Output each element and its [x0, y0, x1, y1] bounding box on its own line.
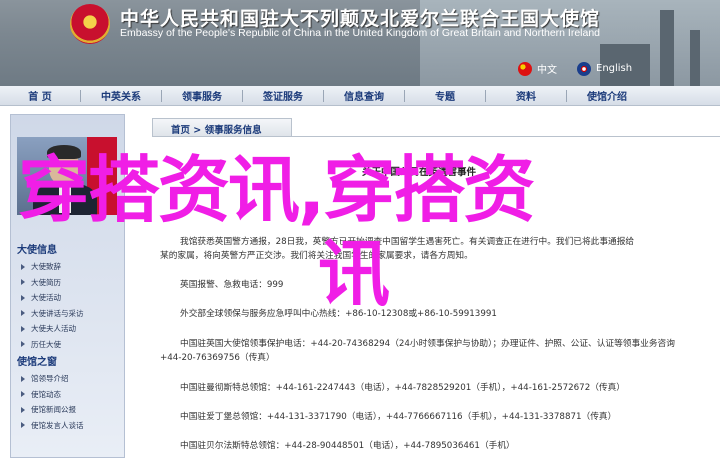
- banner-tower: [660, 10, 674, 86]
- article-paragraph: 我馆获悉英国警方通报，28日我，英警方已开始调查中国留学生遇害死亡。有关调查正在…: [180, 237, 635, 247]
- sidebar-item-label: 大使讲话与采访: [31, 308, 84, 318]
- sidebar-item[interactable]: 馆领导介绍: [21, 371, 84, 387]
- banner-tower: [690, 30, 700, 86]
- overlay-text: 讯: [318, 232, 391, 316]
- nav-relations[interactable]: 中英关系: [81, 88, 161, 103]
- emergency-hotline: 英国报警、急救电话：999: [180, 280, 284, 290]
- lang-en-link[interactable]: English: [577, 61, 632, 76]
- manchester-contact: 中国驻曼彻斯特总领馆：+44-161-2247443（电话），+44-78285…: [180, 383, 625, 393]
- embassy-contact: 中国驻英国大使馆领事保护电话：+44-20-74368294（24小时领事保护与…: [180, 339, 675, 349]
- sidebar-item[interactable]: 大使活动: [21, 290, 84, 306]
- uk-flag-icon: [577, 61, 591, 76]
- sidebar-item-label: 使馆发言人谈话: [31, 420, 84, 430]
- nav-visa[interactable]: 签证服务: [243, 88, 323, 103]
- sidebar-item[interactable]: 大使讲话与采访: [21, 306, 84, 322]
- embassy-links: 馆领导介绍 使馆动态 使馆新闻公报 使馆发言人谈话: [21, 371, 84, 433]
- lang-cn-link[interactable]: 中文: [518, 61, 557, 76]
- embassy-fax: +44-20-76369756（传真）: [160, 353, 275, 363]
- sidebar-item[interactable]: 使馆动态: [21, 387, 84, 403]
- sidebar-item-label: 大使活动: [31, 293, 61, 303]
- sidebar-item-label: 大使简历: [31, 277, 61, 287]
- article-paragraph: 某的家属，将向英警方严正交涉。我们将关注我国学生的家属要求，请各方周知。: [160, 251, 473, 261]
- triangle-bullet-icon: [21, 375, 25, 382]
- sidebar-item[interactable]: 历任大使: [21, 337, 84, 353]
- nav-topics[interactable]: 专题: [405, 88, 485, 103]
- sidebar-item[interactable]: 大使致辞: [21, 259, 84, 275]
- main-nav: 首 页 中英关系 领事服务 签证服务 信息查询 专题 资料 使馆介绍: [0, 86, 720, 106]
- sidebar-item-label: 历任大使: [31, 339, 61, 349]
- nav-resources[interactable]: 资料: [486, 88, 566, 103]
- sidebar-item-label: 大使致辞: [31, 262, 61, 272]
- sidebar-item[interactable]: 使馆新闻公报: [21, 402, 84, 418]
- sidebar-item[interactable]: 大使夫人活动: [21, 321, 84, 337]
- triangle-bullet-icon: [21, 310, 25, 317]
- sidebar-heading-embassy: 使馆之窗: [17, 357, 57, 368]
- triangle-bullet-icon: [21, 341, 25, 348]
- language-switcher: 中文 English: [518, 61, 632, 76]
- national-emblem-icon: [70, 4, 110, 44]
- triangle-bullet-icon: [21, 294, 25, 301]
- page-subtitle: Embassy of the People's Republic of Chin…: [120, 27, 601, 39]
- triangle-bullet-icon: [21, 263, 25, 270]
- triangle-bullet-icon: [21, 325, 25, 332]
- ambassador-links: 大使致辞 大使简历 大使活动 大使讲话与采访 大使夫人活动 历任大使: [21, 259, 84, 352]
- edinburgh-contact: 中国驻爱丁堡总领馆：+44-131-3371790（电话），+44-776666…: [180, 412, 617, 422]
- breadcrumb-divider: [152, 136, 720, 137]
- nav-home[interactable]: 首 页: [0, 88, 80, 103]
- sidebar-item[interactable]: 大使简历: [21, 275, 84, 291]
- breadcrumb[interactable]: 首页 > 领事服务信息: [152, 118, 292, 136]
- triangle-bullet-icon: [21, 422, 25, 429]
- sidebar-heading-ambassador: 大使信息: [17, 245, 57, 256]
- sidebar-item-label: 大使夫人活动: [31, 324, 76, 334]
- lang-en-label: English: [596, 63, 633, 74]
- triangle-bullet-icon: [21, 391, 25, 398]
- china-flag-icon: [518, 61, 532, 76]
- sidebar-item-label: 使馆动态: [31, 389, 61, 399]
- overlay-text: 穿搭资讯,穿搭资: [18, 148, 535, 232]
- nav-info[interactable]: 信息查询: [324, 88, 404, 103]
- triangle-bullet-icon: [21, 406, 25, 413]
- sidebar-item-label: 使馆新闻公报: [31, 405, 76, 415]
- lang-cn-label: 中文: [537, 65, 557, 76]
- header-banner: 中华人民共和国驻大不列颠及北爱尔兰联合王国大使馆 Embassy of the …: [0, 0, 720, 86]
- sidebar-item[interactable]: 使馆发言人谈话: [21, 418, 84, 434]
- triangle-bullet-icon: [21, 279, 25, 286]
- sidebar-item-label: 馆领导介绍: [31, 374, 69, 384]
- nav-consular[interactable]: 领事服务: [162, 88, 242, 103]
- nav-about[interactable]: 使馆介绍: [567, 88, 647, 103]
- belfast-contact: 中国驻贝尔法斯特总领馆：+44-28-90448501（电话），+44-7895…: [180, 441, 515, 451]
